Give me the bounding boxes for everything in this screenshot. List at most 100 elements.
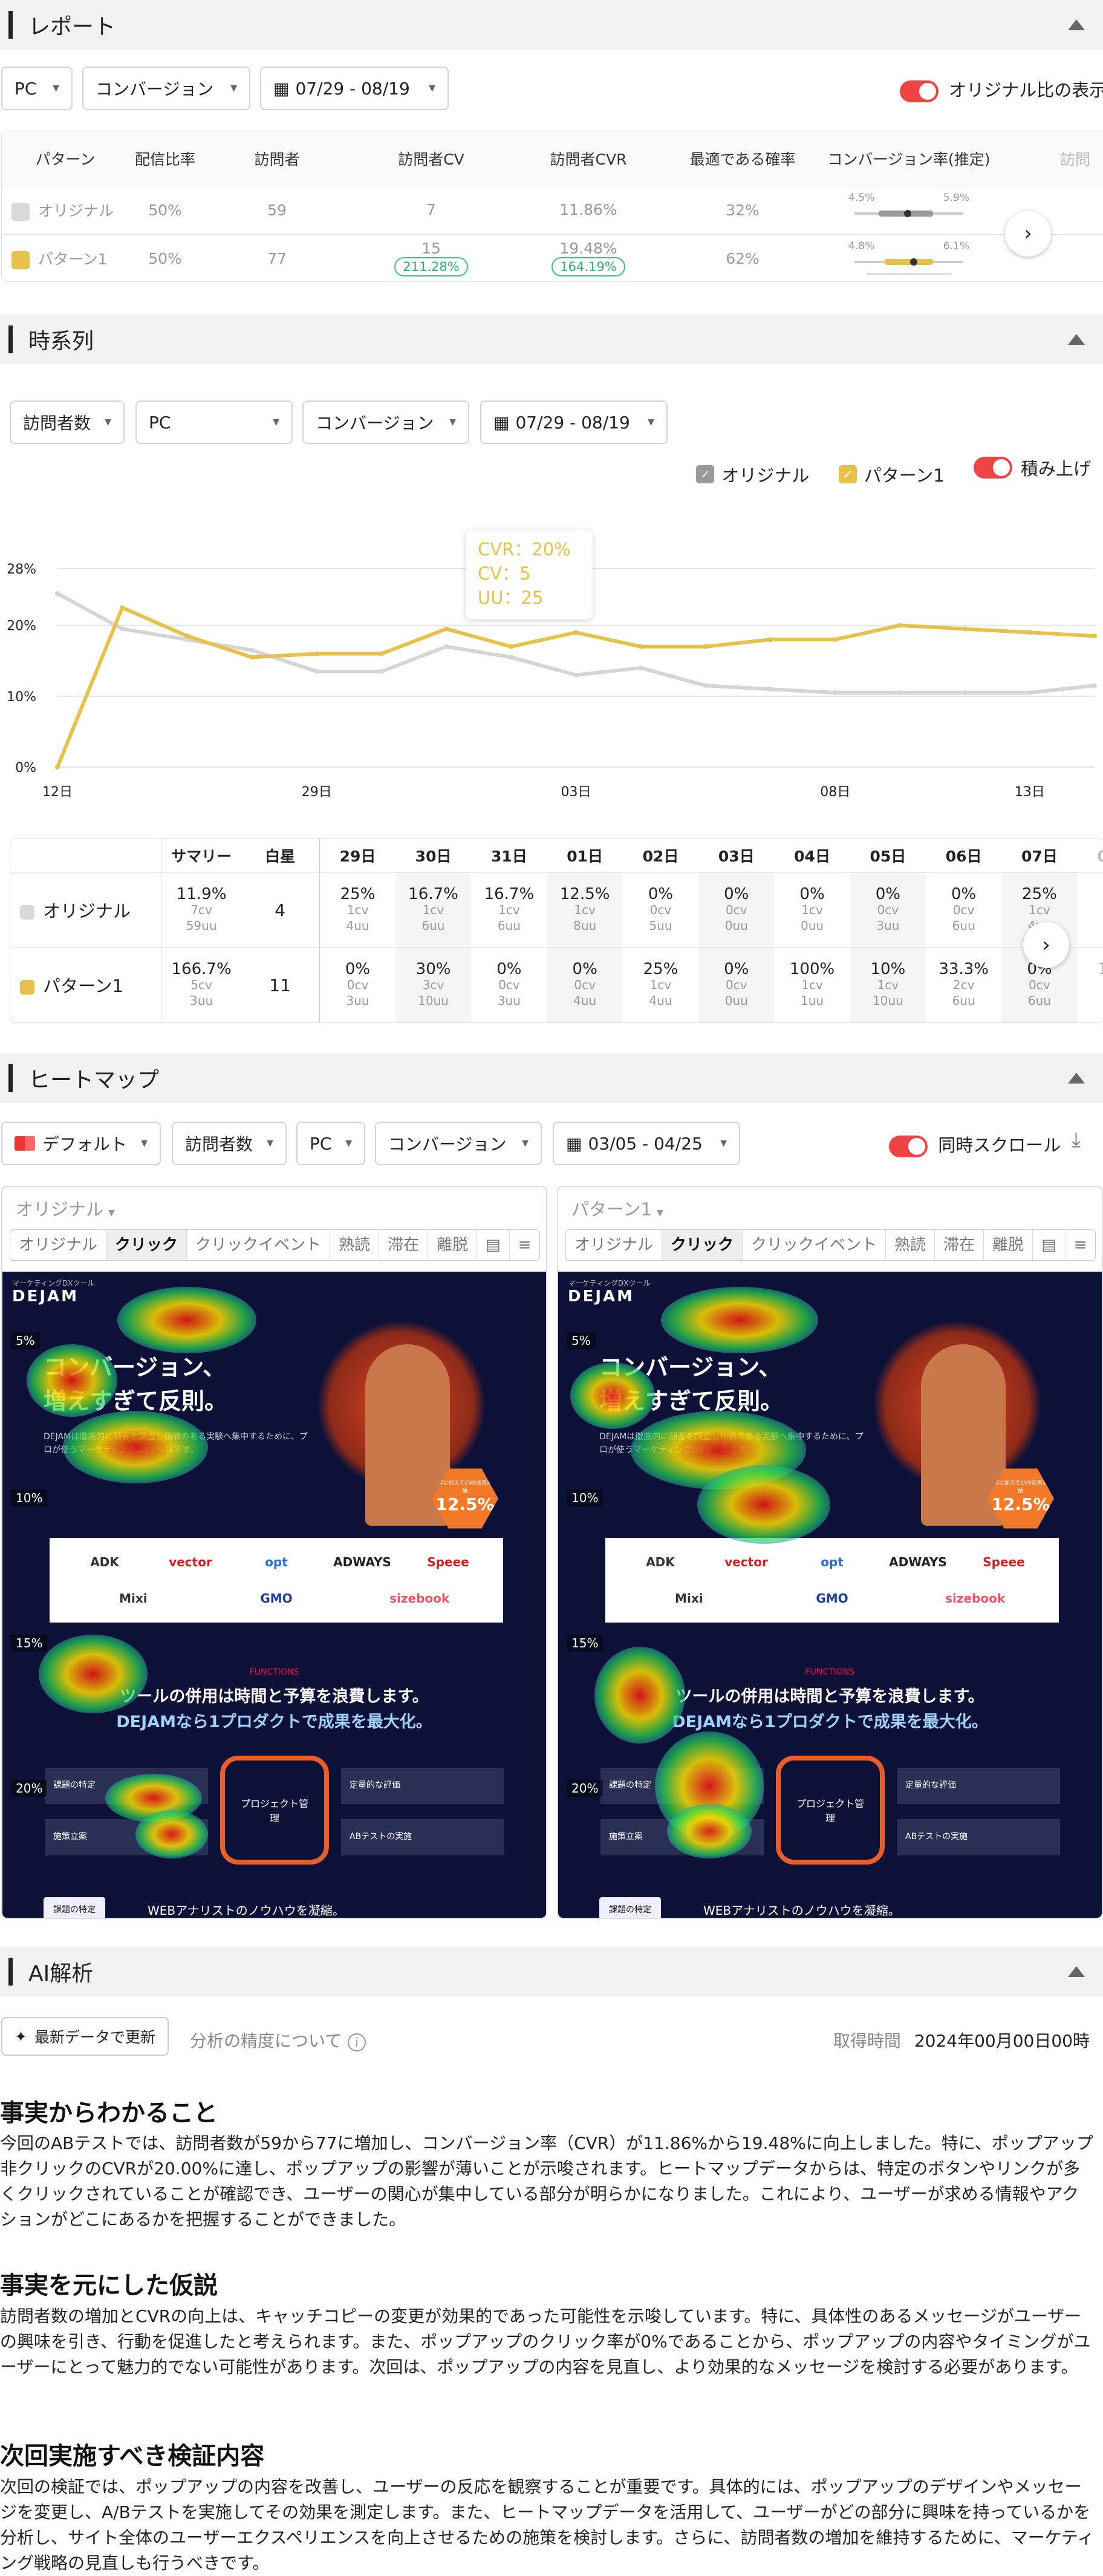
report-device-select[interactable]: PC ▼ [1,67,73,110]
layout-icon[interactable]: ▤ [1033,1230,1066,1260]
heatmap-canvas[interactable]: マーケティングDXツールDEJAMコンバージョン、増えすぎて反則。DEJAMは徹… [558,1272,1102,1918]
x-tick-label: 13日 [1015,785,1045,800]
heatmap-tab[interactable]: 熟読 [330,1230,380,1260]
x-tick-label: 29日 [302,785,332,800]
collapse-icon[interactable] [1068,1073,1085,1084]
chevron-down-icon: ▼ [53,83,59,93]
collapse-icon[interactable] [1068,334,1085,345]
heatmap-tab[interactable]: クリック [106,1230,187,1260]
filter-icon[interactable]: ≡ [510,1230,540,1260]
ts-metric-select[interactable]: 訪問者数 ▼ [10,400,125,444]
section-marker [8,1064,13,1092]
heatmap-tab[interactable]: オリジナル [10,1230,107,1260]
heatmap-tab[interactable]: クリックイベント [187,1230,331,1260]
summary-cell: 166.7% 5cv 3uu [161,947,241,1022]
data-point [314,669,319,674]
client-logo: ADK [646,1555,675,1569]
heatmap-tab[interactable]: 滞在 [935,1230,984,1260]
layout-icon[interactable]: ▤ [477,1230,510,1260]
hm-metric-select[interactable]: 訪問者数 ▼ [172,1122,287,1165]
original-ratio-toggle[interactable]: オリジナル比の表示 [900,76,1103,102]
summary-cell: 11.9% 7cv 59uu [161,872,241,948]
scroll-depth-marker: 10% [567,1489,604,1506]
data-point [249,655,255,660]
data-point [1092,683,1097,688]
data-point [55,765,60,770]
chevron-down-icon: ▼ [141,1139,148,1148]
timeseries-section-header[interactable]: 時系列 [0,315,1103,364]
palette-select[interactable]: デフォルト ▼ [1,1122,161,1165]
collapse-icon[interactable] [1068,19,1085,30]
heatmap-tab[interactable]: オリジナル [566,1230,663,1260]
day-header: 白星 [241,839,320,873]
data-point [509,655,514,660]
client-logo: ADK [90,1555,119,1569]
cv-cell: 7 [353,186,510,235]
heatmap-section-header[interactable]: ヒートマップ [0,1053,1103,1103]
col-header: 最適である確率 [667,131,818,186]
collapse-icon[interactable] [1068,1966,1085,1977]
data-point [638,644,643,649]
chevron-down-icon: ▼ [273,417,279,427]
x-tick-label: 12日 [42,785,73,800]
legend-original[interactable]: ✓ オリジナル [696,462,809,487]
download-icon[interactable]: ⤓ [1072,1128,1081,1152]
hm-goal-select[interactable]: コンバージョン ▼ [375,1122,542,1165]
scroll-right-button[interactable]: › [1005,211,1051,257]
checkbox-icon[interactable]: ✓ [838,465,857,483]
timeseries-title: 時系列 [28,329,94,354]
variant-select[interactable]: パターン1 ▼ [571,1195,663,1221]
section-marker [8,11,13,39]
toggle-switch[interactable] [973,457,1012,479]
section-marker [8,325,13,353]
lift-badge: 211.28% [394,257,468,276]
stars-cell: 4 [241,872,320,948]
data-point [833,690,838,695]
legend-pattern1[interactable]: ✓ パターン1 [838,462,945,487]
toggle-switch[interactable] [900,80,939,102]
variant-select[interactable]: オリジナル ▼ [16,1195,115,1221]
heatmap-tab[interactable]: 離脱 [428,1230,478,1260]
stack-toggle[interactable]: 積み上げ [973,455,1091,480]
refresh-button[interactable]: ✦ 最新データで更新 [1,2017,169,2056]
client-logo: Speee [427,1555,469,1569]
client-logo: GMO [260,1591,293,1606]
client-logos: ADK vector opt ADWAYS Speee Mixi GMO sizebook [605,1538,1059,1623]
report-row: オリジナル 50% 59 7 11.86% 32% 4.5% 5.9% [2,186,1103,235]
report-date-select[interactable]: ▦ 07/29 - 08/19 ▼ [260,67,449,110]
data-point [379,651,384,656]
lift-badge: 164.19% [552,257,625,276]
color-swatch [11,251,30,269]
chevron-down-icon: ▼ [648,417,654,427]
heatmap-tab[interactable]: 滞在 [379,1230,429,1260]
day-cell: 0%0cv4uu [547,947,623,1022]
accuracy-link[interactable]: 分析の精度について i [190,2028,366,2052]
ts-device-select[interactable]: PC ▼ [135,400,293,444]
client-logo: sizebook [389,1591,450,1606]
ts-goal-select[interactable]: コンバージョン ▼ [302,400,469,444]
toggle-switch[interactable] [889,1136,928,1157]
chevron-right-icon: › [1042,933,1050,957]
report-goal-select[interactable]: コンバージョン ▼ [82,67,250,110]
checkbox-icon[interactable]: ✓ [696,465,715,483]
col-header: 訪問 [1000,131,1103,186]
heatmap-tab[interactable]: クリック [662,1230,743,1260]
data-point [638,665,643,670]
report-section-header[interactable]: レポート [0,0,1103,50]
hm-date-select[interactable]: ▦ 03/05 - 04/25 ▼ [553,1122,740,1165]
hm-device-select[interactable]: PC ▼ [296,1122,365,1165]
process-diagram: プロジェクト管理 [220,1756,329,1865]
ts-date-select[interactable]: ▦ 07/29 - 08/19 ▼ [480,400,668,444]
data-point [962,690,968,695]
sync-scroll-toggle[interactable]: 同時スクロール [889,1131,1061,1157]
table-row: パターン1 166.7% 5cv 3uu 11 0% 0cv 3uu 30% 3cv 10uu 0% 0… [10,947,1103,1022]
filter-icon[interactable]: ≡ [1066,1230,1096,1260]
ai-section-header[interactable]: AI解析 [0,1947,1103,1996]
day-cell: 16.716 [1077,947,1103,1022]
heatmap-tab[interactable]: クリックイベント [743,1230,887,1260]
heatmap-tab[interactable]: 離脱 [984,1230,1033,1260]
scroll-right-button[interactable]: › [1023,922,1069,968]
heatmap-canvas[interactable]: マーケティングDXツールDEJAMコンバージョン、増えすぎて反則。DEJAMは徹… [2,1272,546,1918]
daily-table: サマリー白星29日30日31日01日02日03日04日05日06日07日08日 … [10,838,1103,1023]
heatmap-tab[interactable]: 熟読 [886,1230,935,1260]
